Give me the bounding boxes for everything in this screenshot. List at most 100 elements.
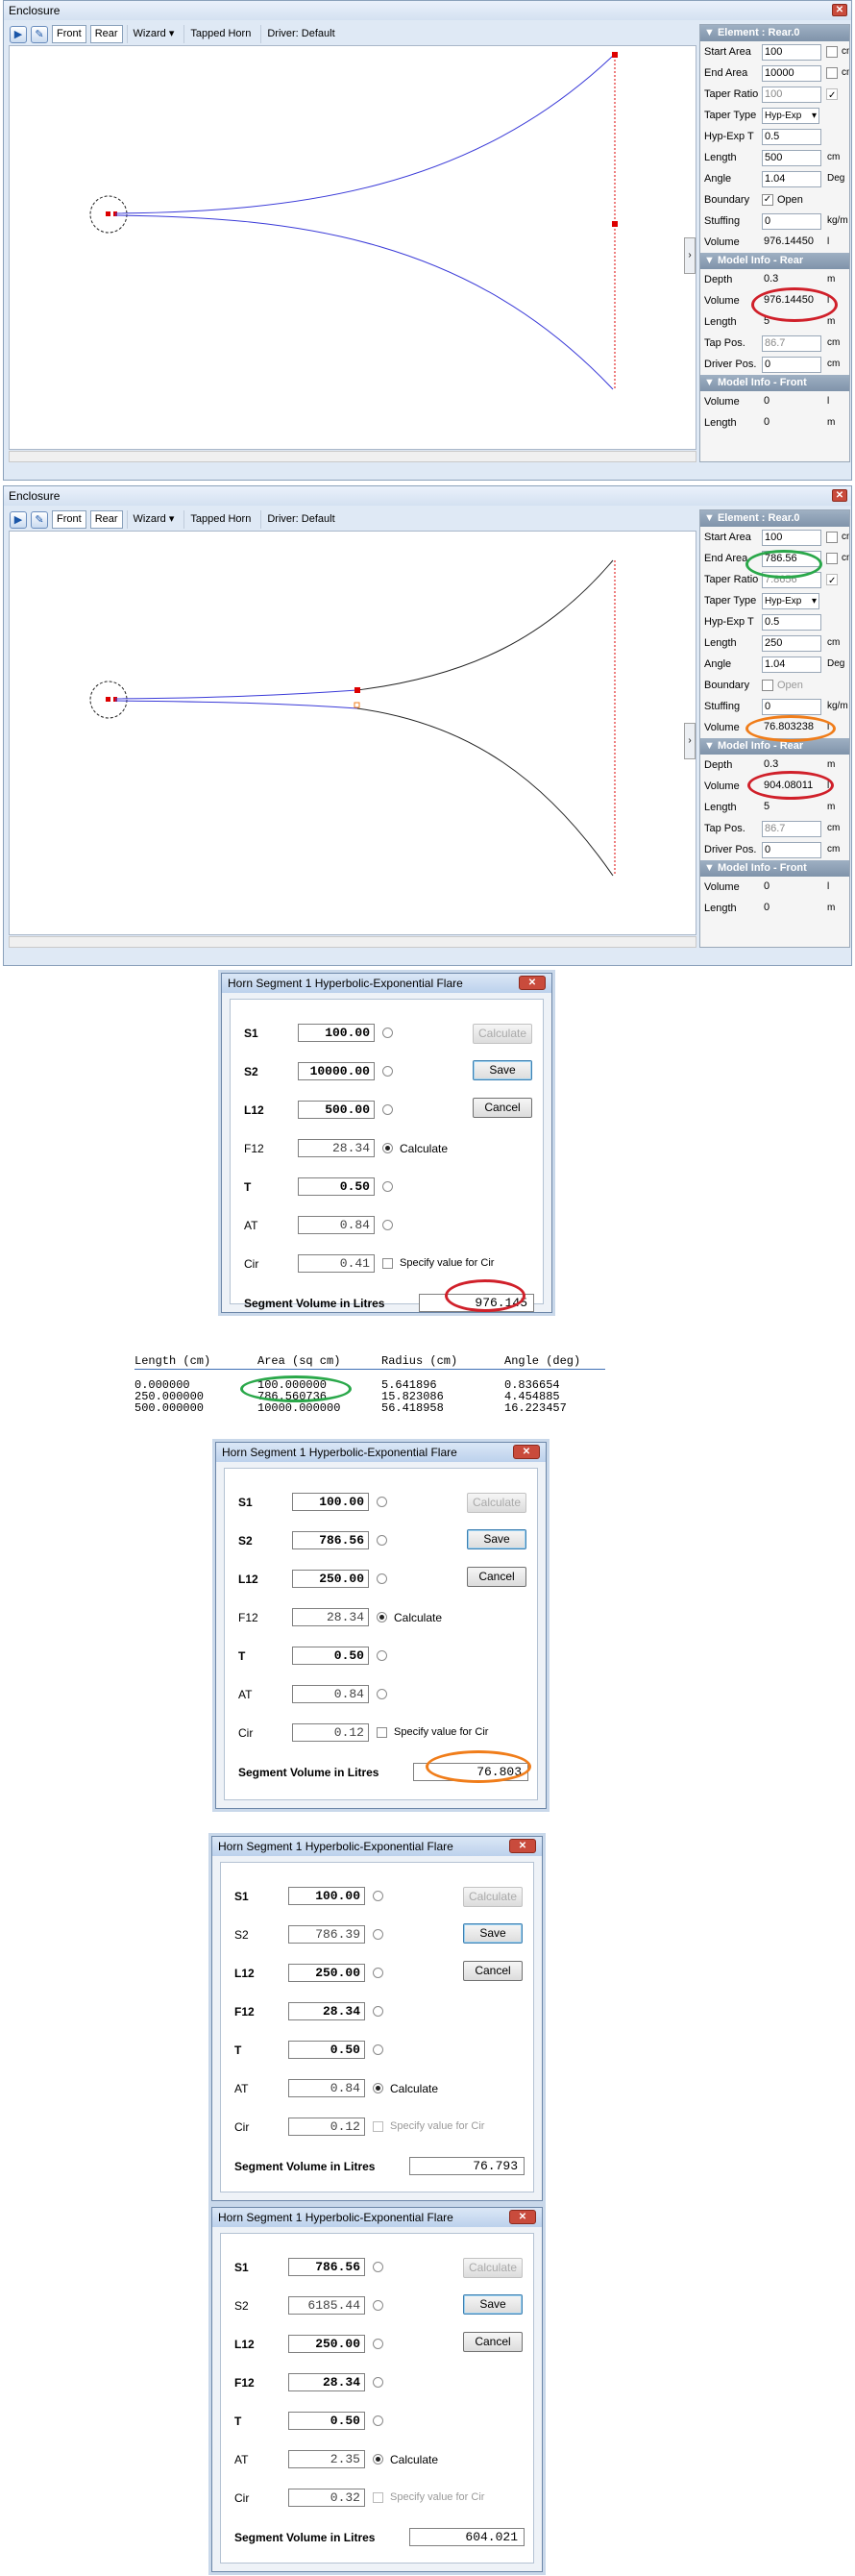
close-icon[interactable]: ✕ — [509, 1839, 536, 1853]
calculate-button[interactable]: Calculate — [463, 1887, 523, 1907]
close-icon[interactable]: ✕ — [509, 2210, 536, 2224]
f12-field[interactable]: 28.34 — [288, 2373, 365, 2391]
end-area-field[interactable]: 10000 — [762, 65, 821, 82]
calculate-button[interactable]: Calculate — [463, 2258, 523, 2278]
stuffing-field[interactable]: 0 — [762, 699, 821, 715]
calculate-button[interactable]: Calculate — [473, 1024, 532, 1044]
t-radio[interactable] — [377, 1650, 387, 1661]
front-button[interactable]: Front — [52, 510, 86, 529]
l12-field[interactable]: 500.00 — [298, 1101, 375, 1119]
rear-button[interactable]: Rear — [89, 510, 123, 529]
t-field[interactable]: 0.50 — [288, 2041, 365, 2059]
f12-field[interactable]: 28.34 — [288, 2002, 365, 2020]
at-field[interactable]: 0.84 — [288, 2079, 365, 2097]
save-button[interactable]: Save — [463, 2294, 523, 2315]
hyp-exp-field[interactable]: 0.5 — [762, 129, 821, 145]
taper-type-select[interactable]: Hyp-Exp — [762, 108, 819, 124]
front-button[interactable]: Front — [52, 25, 86, 43]
start-area-field[interactable]: 100 — [762, 530, 821, 546]
end-area-check[interactable] — [826, 67, 838, 79]
s1-field[interactable]: 100.00 — [288, 1887, 365, 1905]
cir-field[interactable]: 0.12 — [292, 1723, 369, 1742]
s2-field[interactable]: 786.56 — [292, 1531, 369, 1549]
s1-radio[interactable] — [382, 1028, 393, 1038]
f12-radio[interactable] — [373, 2377, 383, 2388]
at-radio[interactable] — [373, 2454, 383, 2465]
horizontal-scrollbar[interactable] — [9, 451, 696, 462]
s1-radio[interactable] — [373, 2262, 383, 2272]
length-field[interactable]: 500 — [762, 150, 821, 166]
start-area-field[interactable]: 100 — [762, 44, 821, 61]
s1-radio[interactable] — [373, 1891, 383, 1901]
play-icon[interactable]: ▶ — [10, 25, 27, 43]
wizard-menu[interactable]: Wizard ▾ — [126, 510, 181, 529]
t-field[interactable]: 0.50 — [288, 2412, 365, 2430]
s1-field[interactable]: 100.00 — [292, 1493, 369, 1511]
close-icon[interactable]: ✕ — [519, 976, 546, 990]
l12-field[interactable]: 250.00 — [288, 2335, 365, 2353]
s2-field[interactable]: 10000.00 — [298, 1062, 375, 1080]
f12-radio[interactable] — [382, 1143, 393, 1153]
t-radio[interactable] — [382, 1181, 393, 1192]
l12-field[interactable]: 250.00 — [292, 1570, 369, 1588]
at-radio[interactable] — [373, 2083, 383, 2093]
s2-field[interactable]: 6185.44 — [288, 2296, 365, 2315]
horn-canvas[interactable] — [9, 531, 696, 935]
close-icon[interactable]: ✕ — [832, 4, 847, 16]
cir-checkbox[interactable] — [377, 1727, 387, 1738]
at-field[interactable]: 0.84 — [292, 1685, 369, 1703]
start-area-check[interactable] — [826, 532, 838, 543]
l12-radio[interactable] — [382, 1104, 393, 1115]
cir-checkbox[interactable] — [382, 1258, 393, 1269]
f12-radio[interactable] — [377, 1612, 387, 1622]
save-button[interactable]: Save — [463, 1923, 523, 1944]
at-radio[interactable] — [382, 1220, 393, 1230]
s2-radio[interactable] — [382, 1066, 393, 1077]
f12-radio[interactable] — [373, 2006, 383, 2017]
boundary-checkbox[interactable]: ✓ — [762, 194, 773, 206]
at-field[interactable]: 0.84 — [298, 1216, 375, 1234]
cancel-button[interactable]: Cancel — [463, 1961, 523, 1981]
angle-field[interactable]: 1.04 — [762, 171, 821, 187]
element-header[interactable]: ▼ Element : Rear.0 — [700, 25, 849, 41]
angle-field[interactable]: 1.04 — [762, 656, 821, 673]
cancel-button[interactable]: Cancel — [473, 1098, 532, 1118]
t-radio[interactable] — [373, 2044, 383, 2055]
wrench-icon[interactable]: ✎ — [31, 510, 48, 529]
model-rear-header[interactable]: ▼ Model Info - Rear — [700, 253, 849, 269]
s2-field[interactable]: 786.39 — [288, 1925, 365, 1944]
t-radio[interactable] — [373, 2415, 383, 2426]
horizontal-scrollbar[interactable] — [9, 936, 696, 948]
horn-canvas[interactable] — [9, 45, 696, 450]
calculate-button[interactable]: Calculate — [467, 1493, 526, 1513]
rear-button[interactable]: Rear — [89, 25, 123, 43]
s2-radio[interactable] — [373, 1929, 383, 1940]
at-field[interactable]: 2.35 — [288, 2450, 365, 2468]
length-field[interactable]: 250 — [762, 635, 821, 652]
cir-field[interactable]: 0.41 — [298, 1254, 375, 1273]
s2-radio[interactable] — [377, 1535, 387, 1546]
stuffing-field[interactable]: 0 — [762, 213, 821, 230]
model-front-header[interactable]: ▼ Model Info - Front — [700, 375, 849, 391]
at-radio[interactable] — [377, 1689, 387, 1699]
element-header[interactable]: ▼ Element : Rear.0 — [700, 510, 849, 527]
hyp-exp-field[interactable]: 0.5 — [762, 614, 821, 631]
s1-radio[interactable] — [377, 1497, 387, 1507]
f12-field[interactable]: 28.34 — [298, 1139, 375, 1157]
cancel-button[interactable]: Cancel — [467, 1567, 526, 1587]
save-button[interactable]: Save — [473, 1060, 532, 1080]
save-button[interactable]: Save — [467, 1529, 526, 1549]
s1-field[interactable]: 100.00 — [298, 1024, 375, 1042]
driver-pos-field[interactable]: 0 — [762, 357, 821, 373]
l12-field[interactable]: 250.00 — [288, 1964, 365, 1982]
t-field[interactable]: 0.50 — [298, 1177, 375, 1196]
l12-radio[interactable] — [377, 1573, 387, 1584]
start-area-check[interactable] — [826, 46, 838, 58]
wrench-icon[interactable]: ✎ — [31, 25, 48, 43]
cir-field[interactable]: 0.32 — [288, 2489, 365, 2507]
model-front-header[interactable]: ▼ Model Info - Front — [700, 860, 849, 877]
l12-radio[interactable] — [373, 1968, 383, 1978]
cancel-button[interactable]: Cancel — [463, 2332, 523, 2352]
close-icon[interactable]: ✕ — [513, 1445, 540, 1459]
driver-pos-field[interactable]: 0 — [762, 842, 821, 858]
